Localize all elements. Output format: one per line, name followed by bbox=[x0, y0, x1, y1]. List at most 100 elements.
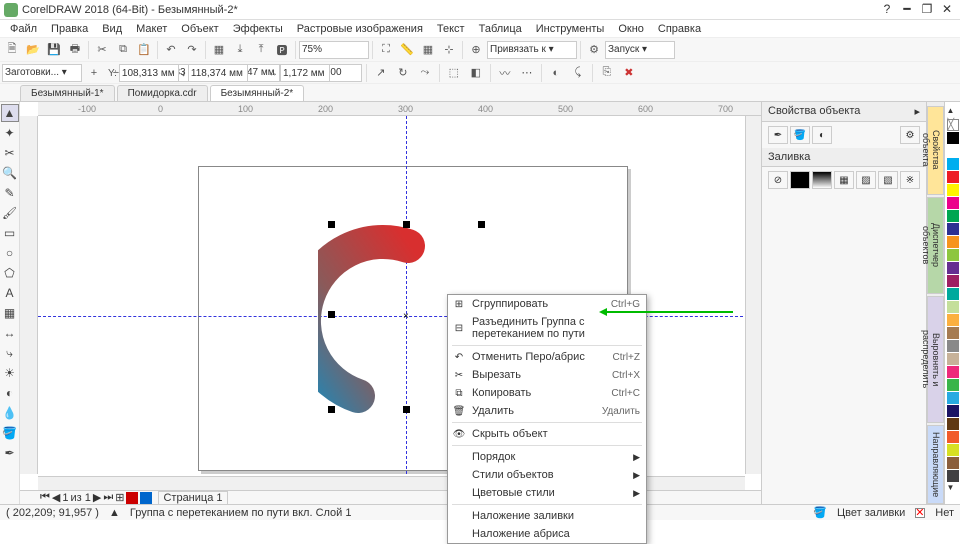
palette-color-18[interactable] bbox=[947, 366, 959, 378]
palette-color-0[interactable] bbox=[947, 132, 959, 144]
copy-icon[interactable]: ⧉ bbox=[113, 40, 133, 60]
menu-layout[interactable]: Макет bbox=[130, 21, 173, 37]
save-icon[interactable]: 💾 bbox=[44, 40, 64, 60]
path-prop-icon[interactable]: 〰 bbox=[495, 63, 515, 83]
doctab-1[interactable]: Помидорка.cdr bbox=[117, 85, 208, 101]
paste-icon[interactable]: 📋 bbox=[134, 40, 154, 60]
tab-trans-icon[interactable]: ◐ bbox=[812, 126, 832, 144]
ctx-item-3[interactable]: ↶Отменить Перо/абрисCtrl+Z bbox=[448, 348, 646, 366]
palette-color-5[interactable] bbox=[947, 197, 959, 209]
palette-color-2[interactable] bbox=[947, 158, 959, 170]
presets-dropdown[interactable]: Заготовки... ▾ bbox=[2, 64, 82, 82]
handle-w[interactable] bbox=[328, 311, 335, 318]
handle-sw[interactable] bbox=[328, 406, 335, 413]
ruler-vertical[interactable] bbox=[20, 116, 38, 474]
start-end-icon[interactable]: ◐ bbox=[546, 63, 566, 83]
doctab-0[interactable]: Безымянный-1* bbox=[20, 85, 115, 101]
shape-tool[interactable]: ✦ bbox=[1, 124, 19, 142]
fill-two-icon[interactable]: ▧ bbox=[878, 171, 898, 189]
zoom-tool[interactable]: 🔍 bbox=[1, 164, 19, 182]
fill-texture-icon[interactable]: ※ bbox=[900, 171, 920, 189]
palette-up[interactable]: ▲ bbox=[947, 106, 959, 118]
nav-last[interactable]: ⏭ bbox=[103, 491, 113, 504]
fullscreen-icon[interactable]: ⛶ bbox=[376, 40, 396, 60]
redo-icon[interactable]: ↷ bbox=[182, 40, 202, 60]
blend-obj-icon[interactable]: ⬚ bbox=[444, 63, 464, 83]
artistic-tool[interactable]: 🖌 bbox=[1, 204, 19, 222]
ellipse-tool[interactable]: ○ bbox=[1, 244, 19, 262]
blend-color-icon[interactable]: ◧ bbox=[466, 63, 486, 83]
handle-center[interactable]: × bbox=[403, 311, 411, 319]
ctx-item-4[interactable]: ✂ВырезатьCtrl+X bbox=[448, 366, 646, 384]
doctab-2[interactable]: Безымянный-2* bbox=[210, 85, 305, 101]
ctx-item-14[interactable]: Наложение заливки bbox=[448, 507, 646, 525]
blend-spacing[interactable]: 1,172 мм bbox=[280, 64, 330, 82]
fill-pattern-icon[interactable]: ▦ bbox=[834, 171, 854, 189]
palette-color-17[interactable] bbox=[947, 353, 959, 365]
ctx-item-8[interactable]: 👁Скрыть объект bbox=[448, 425, 646, 443]
palette-color-4[interactable] bbox=[947, 184, 959, 196]
menu-file[interactable]: Файл bbox=[4, 21, 43, 37]
maximize-button[interactable]: ❐ bbox=[918, 3, 936, 17]
palette-color-1[interactable] bbox=[947, 145, 959, 157]
table-tool[interactable]: ▦ bbox=[1, 304, 19, 322]
status-outline-swatch[interactable]: ✕ bbox=[915, 508, 925, 518]
menu-window[interactable]: Окно bbox=[612, 21, 650, 37]
print-icon[interactable]: 🖶 bbox=[65, 40, 85, 60]
menu-bitmap[interactable]: Растровые изображения bbox=[291, 21, 429, 37]
fill-bitmap-icon[interactable]: ▨ bbox=[856, 171, 876, 189]
blend-accel-icon[interactable]: ⤳ bbox=[415, 63, 435, 83]
palette-color-6[interactable] bbox=[947, 210, 959, 222]
fill-none-icon[interactable]: ⊘ bbox=[768, 171, 788, 189]
palette-none[interactable]: ╳ bbox=[947, 119, 959, 131]
ctx-item-6[interactable]: 🗑УдалитьУдалить bbox=[448, 402, 646, 420]
new-icon[interactable]: 🗎 bbox=[2, 40, 22, 60]
y-field[interactable]: 108,313 мм bbox=[119, 64, 179, 82]
eyedropper-tool[interactable]: 💧 bbox=[1, 404, 19, 422]
nav-add[interactable]: ⊞ bbox=[115, 491, 124, 504]
nav-next[interactable]: ▶ bbox=[93, 491, 101, 504]
palette-color-9[interactable] bbox=[947, 249, 959, 261]
handle-nw[interactable] bbox=[328, 221, 335, 228]
sidetab-objprops[interactable]: Свойства объекта bbox=[927, 106, 944, 195]
palette-color-21[interactable] bbox=[947, 405, 959, 417]
palette-color-23[interactable] bbox=[947, 431, 959, 443]
more-opts-icon[interactable]: ⋯ bbox=[517, 63, 537, 83]
tab-fill-icon[interactable]: 🪣 bbox=[790, 126, 810, 144]
fill-tool[interactable]: 🪣 bbox=[1, 424, 19, 442]
palette-color-24[interactable] bbox=[947, 444, 959, 456]
ctx-item-12[interactable]: Цветовые стили▶ bbox=[448, 484, 646, 502]
palette-color-3[interactable] bbox=[947, 171, 959, 183]
menu-tools[interactable]: Инструменты bbox=[530, 21, 611, 37]
nav-page[interactable]: 1 bbox=[62, 492, 68, 504]
swatch-red[interactable] bbox=[126, 492, 138, 504]
export-icon[interactable]: ⤒ bbox=[251, 40, 271, 60]
handle-n[interactable] bbox=[403, 221, 410, 228]
menu-help[interactable]: Справка bbox=[652, 21, 707, 37]
dock-opts-icon[interactable]: ⚙ bbox=[900, 126, 920, 144]
rulers-icon[interactable]: 📏 bbox=[397, 40, 417, 60]
menu-edit[interactable]: Правка bbox=[45, 21, 94, 37]
menu-effects[interactable]: Эффекты bbox=[227, 21, 289, 37]
text-tool[interactable]: A bbox=[1, 284, 19, 302]
status-fill-icon[interactable]: 🪣 bbox=[813, 506, 827, 519]
scrollbar-vertical[interactable] bbox=[745, 116, 761, 474]
pick-tool[interactable]: ▲ bbox=[1, 104, 19, 122]
palette-color-10[interactable] bbox=[947, 262, 959, 274]
menu-view[interactable]: Вид bbox=[96, 21, 128, 37]
cut-icon[interactable]: ✂ bbox=[92, 40, 112, 60]
nav-prev[interactable]: ◀ bbox=[52, 491, 60, 504]
palette-color-12[interactable] bbox=[947, 288, 959, 300]
launch-dropdown[interactable]: Запуск ▾ bbox=[605, 41, 675, 59]
menu-text[interactable]: Текст bbox=[431, 21, 471, 37]
polygon-tool[interactable]: ⬠ bbox=[1, 264, 19, 282]
path-icon[interactable]: ⤹ bbox=[568, 63, 588, 83]
tab-outline-icon[interactable]: ✒ bbox=[768, 126, 788, 144]
blend-loop-icon[interactable]: ↻ bbox=[393, 63, 413, 83]
ruler-horizontal[interactable]: -1000100 200300400 500600700 bbox=[38, 102, 761, 116]
swatch-blue[interactable] bbox=[140, 492, 152, 504]
palette-color-14[interactable] bbox=[947, 314, 959, 326]
ctx-item-5[interactable]: ⧉КопироватьCtrl+C bbox=[448, 384, 646, 402]
save-preset-icon[interactable]: + bbox=[84, 63, 104, 83]
close-button[interactable]: ✕ bbox=[938, 3, 956, 17]
